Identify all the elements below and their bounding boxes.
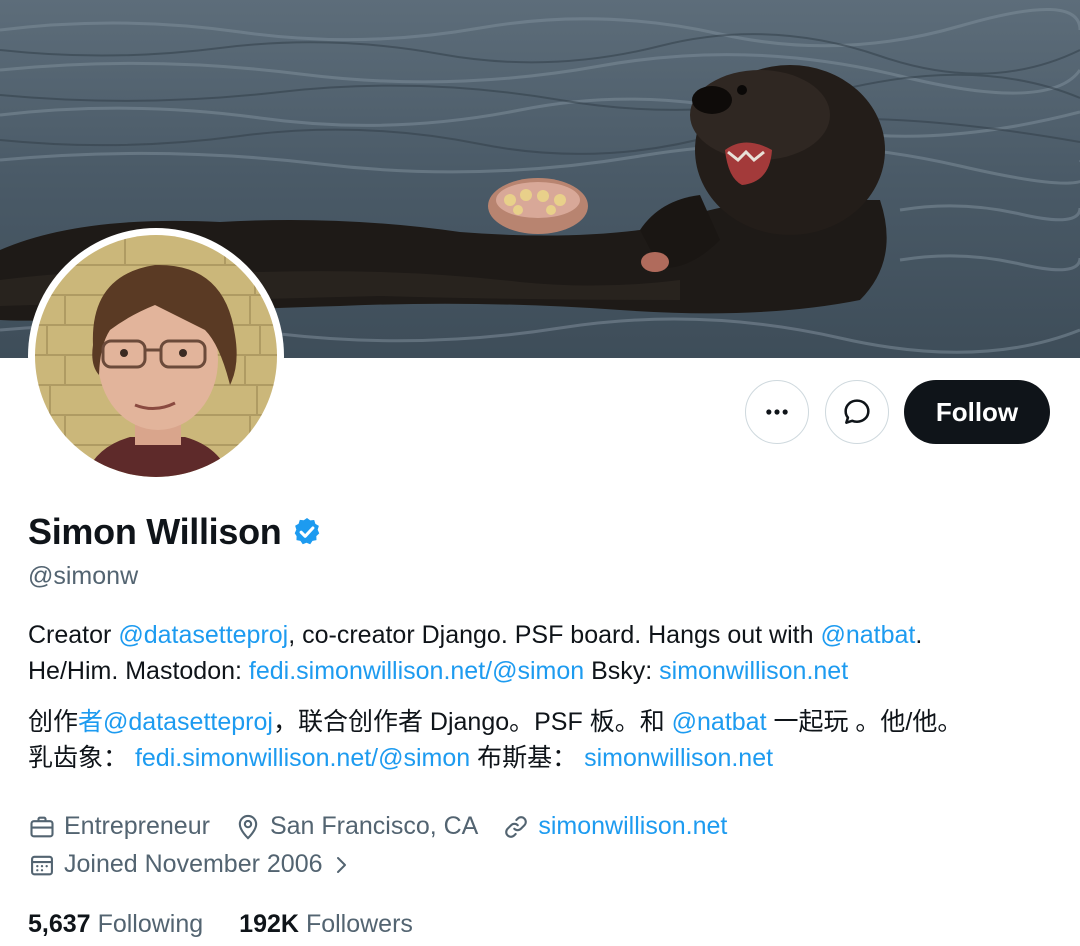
profile-meta: Entrepreneur San Francisco, CA simonwill… [28, 812, 751, 841]
following-label: Following [97, 910, 204, 938]
following-stat[interactable]: 5,637 Following [28, 910, 203, 939]
url-link[interactable]: simonwillison.net [584, 744, 773, 772]
mention-link[interactable]: @natbat [672, 708, 767, 736]
mention-link[interactable]: 者@datasetteproj [78, 708, 273, 736]
bio-text: 乳齿象： [28, 744, 135, 772]
message-button[interactable] [825, 380, 889, 444]
url-link[interactable]: simonwillison.net [659, 657, 848, 685]
bio-line-4: 乳齿象： fedi.simonwillison.net/@simon 布斯基： … [28, 740, 1058, 776]
bio-line-2: He/Him. Mastodon: fedi.simonwillison.net… [28, 653, 1058, 689]
more-icon [766, 409, 788, 415]
bio-text: Creator [28, 621, 119, 649]
website-link[interactable]: simonwillison.net [538, 812, 727, 841]
followers-stat[interactable]: 192K Followers [239, 910, 413, 939]
bio-text: Bsky: [584, 657, 660, 685]
bio-english: Creator @datasetteproj, co-creator Djang… [28, 617, 1058, 689]
url-link[interactable]: fedi.simonwillison.net/@simon [135, 744, 470, 772]
location-pin-icon [238, 814, 258, 840]
handle: @simonw [28, 562, 139, 590]
mention-link[interactable]: @datasetteproj [118, 621, 288, 649]
bio-line-3: 创作者@datasetteproj，联合创作者 Django。PSF 板。和 @… [28, 704, 1058, 740]
bio-text: He/Him. Mastodon: [28, 657, 249, 685]
joined-item[interactable]: Joined November 2006 [28, 850, 361, 879]
bio-line-1: Creator @datasetteproj, co-creator Djang… [28, 617, 1058, 653]
mention-link[interactable]: @natbat [820, 621, 915, 649]
link-icon [505, 815, 528, 838]
bio-text: 创作 [28, 708, 79, 736]
bio-text: 布斯基： [470, 744, 585, 772]
joined-label: Joined November 2006 [64, 850, 323, 878]
following-count: 5,637 [28, 910, 91, 938]
follow-stats: 5,637 Following 192K Followers [28, 910, 449, 939]
avatar[interactable] [28, 228, 284, 484]
chevron-right-icon [336, 856, 346, 873]
more-button[interactable] [745, 380, 809, 444]
profession-item: Entrepreneur [28, 812, 210, 841]
display-name: Simon Willison [28, 511, 282, 552]
bio-text: 一起玩 。他/他。 [766, 708, 963, 736]
profile-page: Follow Simon Willison @simonw Creator @d… [0, 0, 1080, 946]
url-link[interactable]: fedi.simonwillison.net/@simon [249, 657, 584, 685]
joined-row[interactable]: Joined November 2006 [28, 850, 385, 879]
verified-badge-icon[interactable] [291, 516, 323, 548]
bio-text: . [915, 621, 923, 649]
calendar-icon [31, 855, 53, 875]
bio-text: ，联合创作者 Django。PSF 板。和 [272, 708, 672, 736]
location-item: San Francisco, CA [234, 812, 478, 841]
avatar-image [35, 235, 277, 477]
briefcase-icon [30, 816, 54, 837]
location-label: San Francisco, CA [269, 812, 479, 840]
message-icon [844, 399, 870, 424]
followers-count: 192K [239, 910, 299, 938]
follow-button[interactable]: Follow [904, 380, 1050, 444]
name-row: Simon Willison [28, 511, 323, 553]
profession-label: Entrepreneur [64, 812, 210, 840]
followers-label: Followers [305, 910, 413, 938]
website-item[interactable]: simonwillison.net [502, 812, 727, 841]
bio-translation: 创作者@datasetteproj，联合创作者 Django。PSF 板。和 @… [28, 704, 1058, 776]
bio-text: , co-creator Django. PSF board. Hangs ou… [288, 621, 821, 649]
